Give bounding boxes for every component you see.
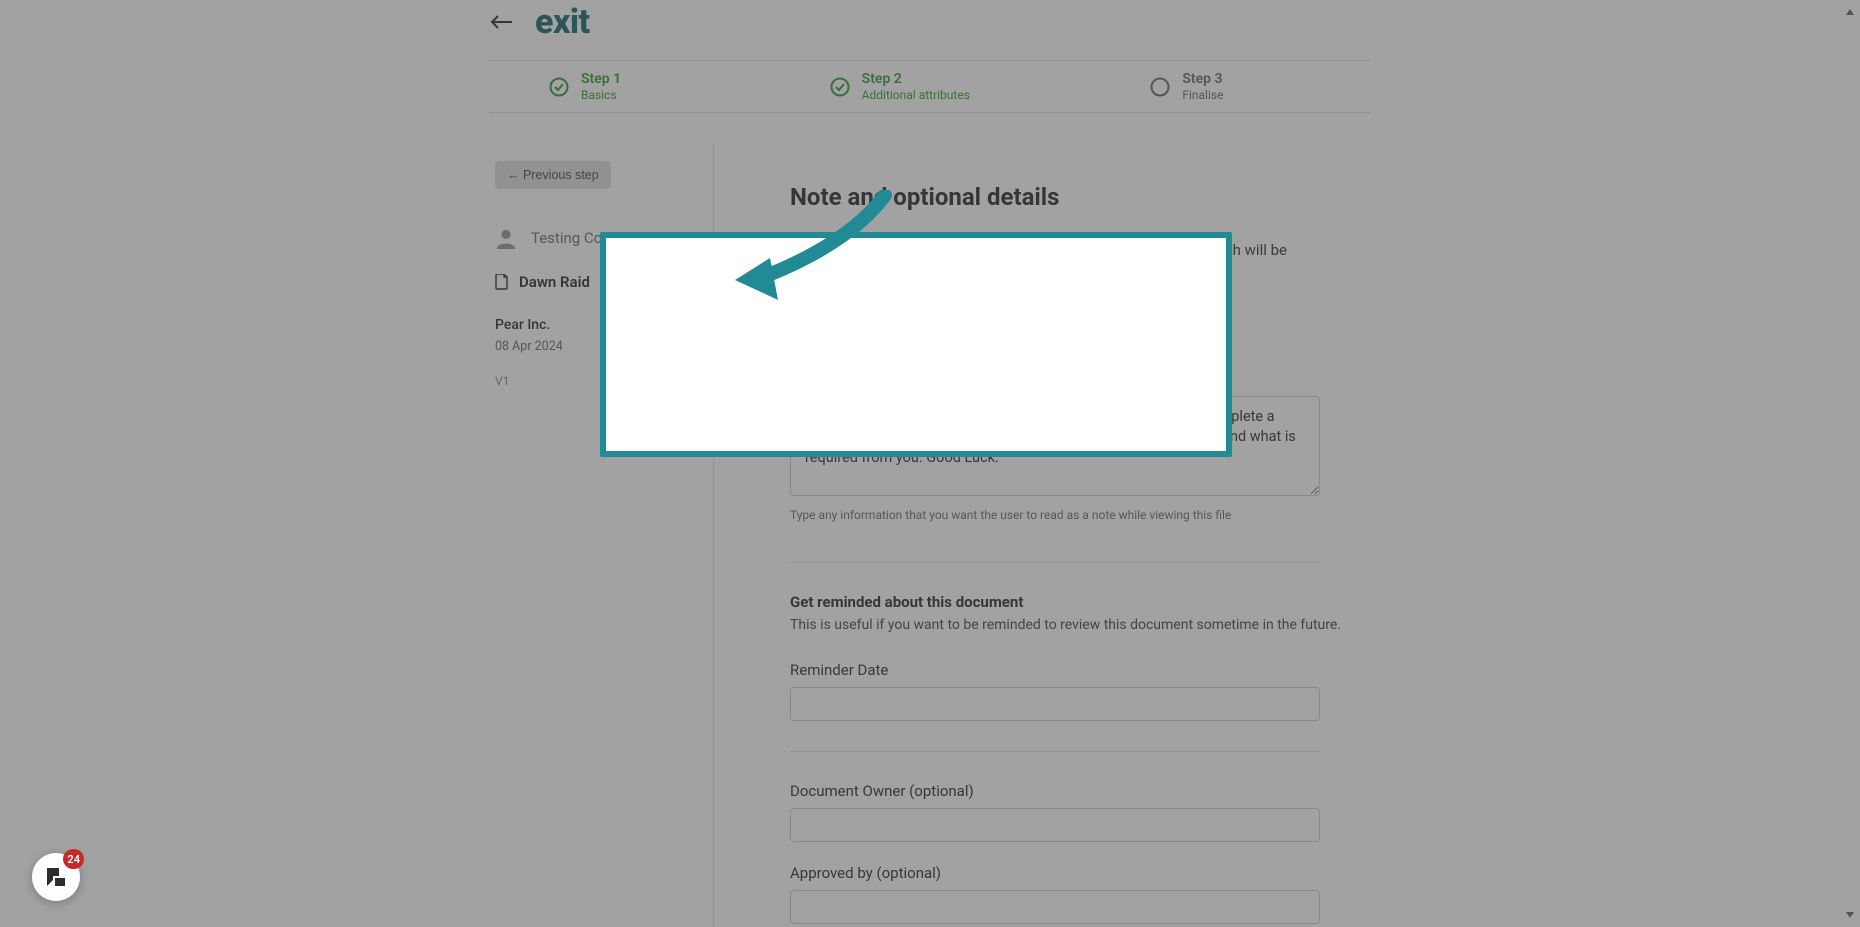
check-circle-icon <box>549 77 569 97</box>
stepper: Step 1 Basics Step 2 Additional attribut… <box>489 60 1371 113</box>
sidebar-company: Pear Inc. <box>495 317 705 333</box>
display-note-label: Display note? <box>813 324 902 342</box>
step-title: Step 2 <box>862 71 970 88</box>
page-root: exit Step 1 Basics <box>0 0 1860 927</box>
doc-owner-field: Document Owner (optional) <box>790 782 1371 842</box>
doc-owner-label: Document Owner (optional) <box>790 782 1371 800</box>
content-container: exit Step 1 Basics <box>489 0 1371 927</box>
note-field-label: Note <box>790 370 1371 388</box>
sidebar-date: 08 Apr 2024 <box>495 339 705 354</box>
body-row: ← Previous step Testing Courses Dawn Rai… <box>489 143 1371 927</box>
check-circle-icon <box>830 77 850 97</box>
note-hint: Type any information that you want the u… <box>790 508 1371 522</box>
page-description: Tick the box below to specify additional… <box>790 239 1320 284</box>
scroll-down-icon[interactable] <box>1842 907 1858 923</box>
step-2[interactable]: Step 2 Additional attributes <box>770 71 1051 102</box>
approved-by-input[interactable] <box>790 890 1320 924</box>
app-logo: exit <box>535 2 590 42</box>
reminder-title: Get reminded about this document <box>790 593 1371 611</box>
approved-by-field: Approved by (optional) <box>790 864 1371 924</box>
sidebar-doc-name: Dawn Raid <box>519 273 590 291</box>
step-title: Step 1 <box>581 71 621 88</box>
scroll-up-icon[interactable] <box>1842 4 1858 20</box>
display-note-row: Display note? <box>790 324 1371 342</box>
divider <box>790 751 1320 752</box>
sidebar-document: Dawn Raid <box>495 273 705 291</box>
sidebar-user-name: Testing Courses <box>531 229 639 247</box>
step-subtitle: Basics <box>581 88 621 102</box>
arrow-left-icon <box>490 15 514 29</box>
step-1[interactable]: Step 1 Basics <box>489 71 770 102</box>
sidebar-user: Testing Courses <box>495 227 705 249</box>
display-note-checkbox[interactable] <box>790 327 803 340</box>
reminder-date-label: Reminder Date <box>790 661 1371 679</box>
reminder-description: This is useful if you want to be reminde… <box>790 617 1371 633</box>
divider <box>790 562 1320 563</box>
approved-by-label: Approved by (optional) <box>790 864 1371 882</box>
header-row: exit <box>489 0 1371 60</box>
chat-badge: 24 <box>63 849 84 869</box>
page-title: Note and optional details <box>790 183 1371 211</box>
sidebar-version: V1 <box>495 374 705 388</box>
doc-owner-input[interactable] <box>790 808 1320 842</box>
note-textarea[interactable] <box>790 396 1320 496</box>
main-panel: Note and optional details Tick the box b… <box>714 143 1371 927</box>
previous-step-button[interactable]: ← Previous step <box>495 161 611 189</box>
sidebar: ← Previous step Testing Courses Dawn Rai… <box>489 143 714 927</box>
chat-logo-icon <box>43 864 69 890</box>
step-3[interactable]: Step 3 Finalise <box>1050 71 1371 102</box>
back-arrow-button[interactable] <box>489 9 515 35</box>
step-title: Step 3 <box>1182 71 1223 88</box>
step-subtitle: Additional attributes <box>862 88 970 102</box>
user-silhouette-icon <box>495 227 517 249</box>
note-block: Display note? Note Type any information … <box>790 324 1371 522</box>
reminder-date-field: Reminder Date <box>790 661 1371 721</box>
step-subtitle: Finalise <box>1182 88 1223 102</box>
chat-widget-button[interactable]: 24 <box>32 853 80 901</box>
reminder-date-input[interactable] <box>790 687 1320 721</box>
circle-icon <box>1150 77 1170 97</box>
document-icon <box>495 274 509 290</box>
